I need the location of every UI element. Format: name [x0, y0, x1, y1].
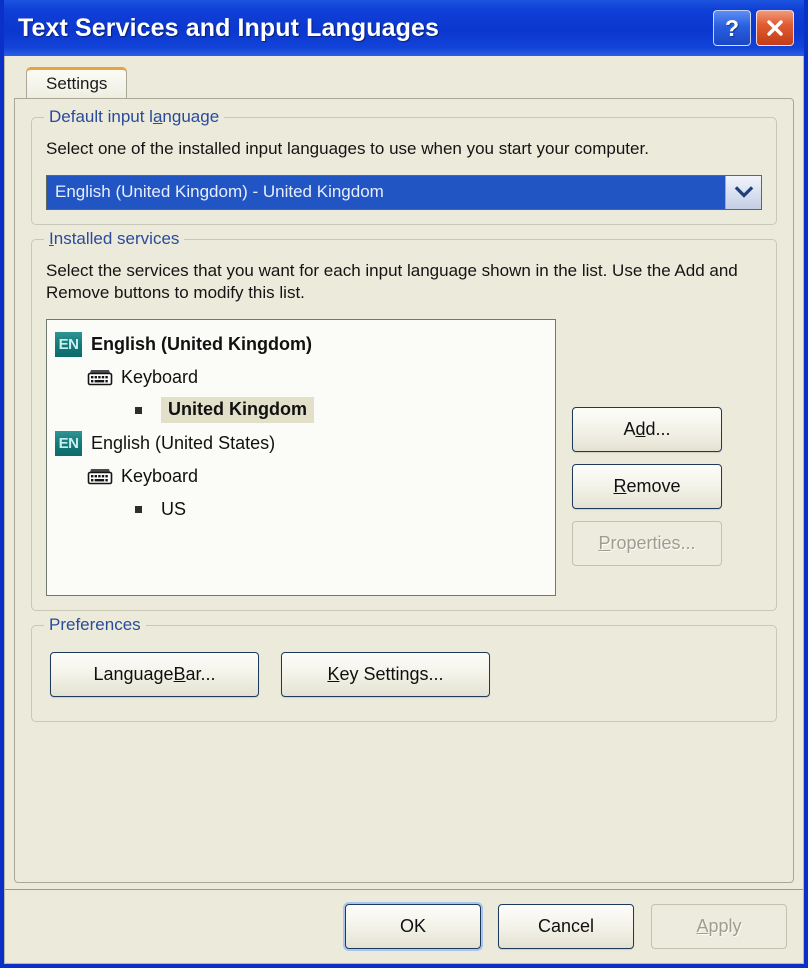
installed-services-body: EN English (United Kingdom) Keyboard Uni… — [46, 318, 762, 596]
dialog-window: Text Services and Input Languages ? Sett… — [0, 0, 808, 968]
installed-services-button-column: Ad d... Remove Properties... — [572, 319, 762, 596]
keyboard-icon — [87, 466, 113, 486]
add-button[interactable]: Ad d... — [572, 406, 722, 452]
properties-button-label-post: roperties... — [610, 532, 696, 553]
key-settings-button-label-post: ey Settings... — [339, 663, 444, 684]
ok-button[interactable]: OK — [345, 904, 481, 949]
list-item-label: US — [161, 498, 187, 519]
apply-button-accel: A — [696, 916, 709, 936]
language-bar-button[interactable]: Language Bar... — [50, 651, 259, 697]
dialog-button-bar: OK Cancel Apply — [5, 889, 803, 963]
group-installed-services-label: Installed services — [44, 228, 185, 249]
list-item-label: Keyboard — [121, 465, 199, 486]
list-item-label: English (United States) — [91, 432, 276, 453]
group-preferences: Preferences Language Bar... Key Settings… — [31, 614, 777, 722]
installed-services-list[interactable]: EN English (United Kingdom) Keyboard Uni… — [46, 318, 556, 596]
preferences-button-row: Language Bar... Key Settings... — [46, 646, 762, 707]
en-badge-icon: EN — [55, 331, 82, 357]
tab-settings-label: Settings — [46, 74, 108, 93]
bullet-icon — [135, 406, 142, 414]
apply-button-label-post: pply — [708, 916, 742, 936]
group-label-pre: Default input l — [49, 107, 153, 126]
add-button-label-pre: A — [623, 418, 636, 439]
list-item[interactable]: Keyboard — [53, 361, 549, 394]
properties-button: Properties... — [572, 520, 722, 566]
add-button-accel: d — [635, 418, 646, 439]
group-installed-services: Installed services Select the services t… — [31, 228, 777, 611]
key-settings-button[interactable]: Key Settings... — [281, 651, 490, 697]
chevron-down-icon[interactable] — [725, 175, 761, 209]
installed-services-description: Select the services that you want for ea… — [46, 260, 738, 303]
list-item[interactable]: US — [53, 493, 549, 526]
key-settings-button-accel: K — [327, 663, 340, 684]
help-button[interactable]: ? — [713, 10, 751, 46]
close-icon — [764, 17, 786, 39]
ok-button-label: OK — [399, 916, 426, 936]
list-item-label: United Kingdom — [161, 397, 314, 424]
dialog-client-area: Settings Default input language Select o… — [4, 56, 804, 964]
list-item[interactable]: EN English (United States) — [53, 427, 549, 460]
cancel-button-label: Cancel — [537, 916, 595, 936]
list-item-label: Keyboard — [121, 366, 199, 387]
list-item[interactable]: United Kingdom — [53, 394, 549, 427]
default-language-combobox-value: English (United Kingdom) - United Kingdo… — [47, 175, 725, 209]
group-label-accel: a — [152, 107, 163, 126]
group-label-post: nguage — [162, 107, 220, 126]
en-badge-icon: EN — [55, 430, 82, 456]
group-label-post: nstalled services — [53, 228, 180, 248]
keyboard-icon — [87, 367, 113, 387]
tab-strip: Settings — [14, 66, 794, 99]
apply-button: Apply — [651, 904, 787, 949]
add-button-label-post: d... — [645, 418, 671, 439]
list-item[interactable]: Keyboard — [53, 460, 549, 493]
default-input-language-description: Select one of the installed input langua… — [46, 139, 649, 158]
remove-button-accel: R — [613, 475, 627, 496]
list-item[interactable]: EN English (United Kingdom) — [53, 328, 549, 361]
default-language-combobox[interactable]: English (United Kingdom) - United Kingdo… — [46, 174, 762, 210]
caption-button-group: ? — [713, 10, 794, 46]
question-mark-icon: ? — [724, 14, 740, 41]
bullet-icon — [135, 505, 142, 513]
language-bar-button-label-pre: Language — [93, 663, 174, 684]
close-button[interactable] — [756, 10, 794, 46]
title-bar: Text Services and Input Languages ? — [4, 0, 804, 56]
remove-button-label-post: emove — [626, 475, 681, 496]
properties-button-accel: P — [598, 532, 611, 553]
group-preferences-label: Preferences — [44, 614, 146, 635]
group-default-input-language-label: Default input language — [44, 107, 225, 127]
remove-button[interactable]: Remove — [572, 463, 722, 509]
window-title: Text Services and Input Languages — [18, 13, 439, 42]
cancel-button[interactable]: Cancel — [498, 904, 634, 949]
tab-settings[interactable]: Settings — [26, 67, 128, 99]
group-default-input-language: Default input language Select one of the… — [31, 107, 777, 225]
list-item-label: English (United Kingdom) — [91, 333, 312, 354]
language-bar-button-label-post: ar... — [185, 663, 216, 684]
tab-page-settings: Default input language Select one of the… — [14, 98, 794, 883]
language-bar-button-accel: B — [173, 663, 186, 684]
